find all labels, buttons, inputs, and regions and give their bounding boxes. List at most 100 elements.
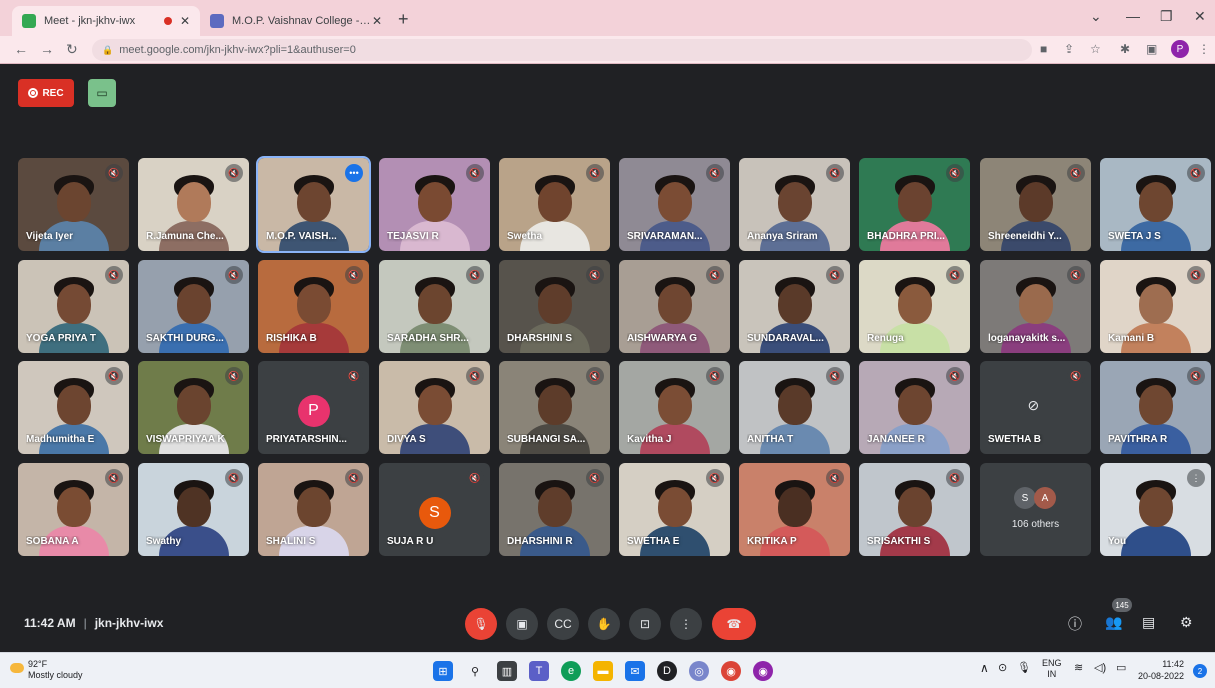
participant-tile[interactable]: SARADHA SHR... 🔇 <box>379 260 490 353</box>
participant-name: Swathy <box>146 536 182 547</box>
close-tab-icon[interactable]: ✕ <box>180 14 190 28</box>
participant-tile[interactable]: DHARSHINI S 🔇 <box>499 260 610 353</box>
start-icon[interactable]: ⊞ <box>433 661 453 681</box>
battery-icon[interactable]: ▭ <box>1116 661 1126 674</box>
participant-name: YOGA PRIYA T <box>26 333 97 344</box>
activities-icon[interactable]: ⚙ <box>1180 614 1193 631</box>
file-explorer-icon[interactable]: ▬ <box>593 661 613 681</box>
maximize-button[interactable]: ❐ <box>1160 8 1173 25</box>
participant-tile[interactable]: SOBANA A 🔇 <box>18 463 129 556</box>
participant-tile[interactable]: You ⋮ <box>1100 463 1211 556</box>
more-options-icon[interactable]: ••• <box>345 164 363 182</box>
participant-tile[interactable]: loganayakitk s... 🔇 <box>980 260 1091 353</box>
url-input[interactable]: 🔒 meet.google.com/jkn-jkhv-iwx?pli=1&aut… <box>92 39 1032 61</box>
participant-tile[interactable]: VISWAPRIYAA K 🔇 <box>138 361 249 454</box>
extensions-icon[interactable]: ✱ <box>1120 42 1130 56</box>
raise-hand-button[interactable]: ✋ <box>588 608 620 640</box>
meeting-details-icon[interactable]: ⓘ <box>1068 614 1082 634</box>
side-panel-icon[interactable]: ▣ <box>1146 42 1157 56</box>
participant-tile[interactable]: Swetha 🔇 <box>499 158 610 251</box>
participant-tile[interactable]: SHALINI S 🔇 <box>258 463 369 556</box>
participant-tile[interactable]: R.Jamuna Che... 🔇 <box>138 158 249 251</box>
language-indicator[interactable]: ENG IN <box>1042 658 1062 680</box>
participant-tile[interactable]: SWETA J S 🔇 <box>1100 158 1211 251</box>
close-tab-icon[interactable]: ✕ <box>372 14 382 28</box>
share-icon[interactable]: ⇪ <box>1064 42 1074 56</box>
tab-search-icon[interactable]: ⌄ <box>1090 8 1102 25</box>
participant-tile[interactable]: AISHWARYA G 🔇 <box>619 260 730 353</box>
participant-tile[interactable]: M.O.P. VAISH... ••• <box>256 156 371 253</box>
participant-tile[interactable]: YOGA PRIYA T 🔇 <box>18 260 129 353</box>
participant-tile[interactable]: SUBHANGI SA... 🔇 <box>499 361 610 454</box>
participant-tile[interactable]: Ananya Sriram 🔇 <box>739 158 850 251</box>
back-button[interactable]: ← <box>14 41 28 57</box>
chat-icon[interactable]: ▤ <box>1142 614 1155 631</box>
task-view-icon[interactable]: ▥ <box>497 661 517 681</box>
close-window-button[interactable]: ✕ <box>1194 8 1206 25</box>
participant-tile[interactable]: SRISAKTHI S 🔇 <box>859 463 970 556</box>
edge-icon[interactable]: e <box>561 661 581 681</box>
participant-tile[interactable]: SAKTHI DURG... 🔇 <box>138 260 249 353</box>
notification-badge[interactable]: 2 <box>1193 664 1207 678</box>
participant-tile[interactable]: Shreeneidhi Y... 🔇 <box>980 158 1091 251</box>
captions-button[interactable]: CC <box>547 608 579 640</box>
participant-tile[interactable]: S SUJA R U 🔇 <box>379 463 490 556</box>
participant-tile[interactable]: Kavitha J 🔇 <box>619 361 730 454</box>
participant-tile[interactable]: SUNDARAVAL... 🔇 <box>739 260 850 353</box>
camera-icon[interactable]: ■ <box>1040 42 1047 56</box>
leave-call-button[interactable]: ☎ <box>712 608 756 640</box>
chrome-icon[interactable]: ◉ <box>721 661 741 681</box>
participant-tile[interactable]: JANANEE R 🔇 <box>859 361 970 454</box>
menu-icon[interactable]: ⋮ <box>1198 42 1210 56</box>
participant-tile[interactable]: ⊘ SWETHA B 🔇 <box>980 361 1091 454</box>
participant-tile[interactable]: ANITHA T 🔇 <box>739 361 850 454</box>
participant-tile[interactable]: Vijeta Iyer 🔇 <box>18 158 129 251</box>
more-options-button[interactable]: ⋮ <box>670 608 702 640</box>
participant-tile[interactable]: DIVYA S 🔇 <box>379 361 490 454</box>
microphone-tray-icon[interactable]: 🎙 <box>1017 661 1031 674</box>
new-tab-button[interactable]: + <box>398 10 409 28</box>
participant-tile[interactable]: RISHIKA B 🔇 <box>258 260 369 353</box>
wifi-icon[interactable]: ≋ <box>1074 661 1083 674</box>
tab-meet[interactable]: Meet - jkn-jkhv-iwx ✕ <box>12 6 200 36</box>
participant-tile[interactable]: SRIVARAMAN... 🔇 <box>619 158 730 251</box>
participant-tile[interactable]: PAVITHRA R 🔇 <box>1100 361 1211 454</box>
present-button[interactable]: ⊡ <box>629 608 661 640</box>
participant-tile[interactable]: DHARSHINI R 🔇 <box>499 463 610 556</box>
participant-tile[interactable]: TEJASVI R 🔇 <box>379 158 490 251</box>
volume-icon[interactable]: ◁) <box>1094 661 1106 674</box>
participant-tile[interactable]: Kamani B 🔇 <box>1100 260 1211 353</box>
camera-button[interactable]: ▣ <box>506 608 538 640</box>
minimize-button[interactable]: — <box>1126 8 1140 24</box>
forward-button[interactable]: → <box>40 41 54 57</box>
teams-icon[interactable]: T <box>529 661 549 681</box>
participant-tile[interactable]: Swathy 🔇 <box>138 463 249 556</box>
participant-tile[interactable]: S A 106 others <box>980 463 1091 556</box>
participant-tile[interactable]: Madhumitha E 🔇 <box>18 361 129 454</box>
chrome-profile-icon[interactable]: ◉ <box>753 661 773 681</box>
search-icon[interactable]: ⚲ <box>465 661 485 681</box>
more-options-icon[interactable]: ⋮ <box>1187 469 1205 487</box>
profile-avatar[interactable]: P <box>1171 40 1189 58</box>
weather-widget[interactable]: 92°F Mostly cloudy <box>10 659 83 681</box>
participant-tile[interactable]: SWETHA E 🔇 <box>619 463 730 556</box>
system-clock[interactable]: 11:42 20-08-2022 <box>1138 658 1184 682</box>
bookmark-star-icon[interactable]: ☆ <box>1090 42 1101 56</box>
app-icon[interactable]: ◎ <box>689 661 709 681</box>
microphone-button[interactable]: 🎙 <box>465 608 497 640</box>
participant-video-face <box>56 487 91 528</box>
participant-tile[interactable]: BHADHRA PRI... 🔇 <box>859 158 970 251</box>
tab-college[interactable]: M.O.P. Vaishnav College -Virtual ✕ <box>200 6 392 36</box>
participant-tile[interactable]: P PRIYATARSHIN... 🔇 <box>258 361 369 454</box>
dell-icon[interactable]: D <box>657 661 677 681</box>
presentation-info-button[interactable]: ▭ <box>88 79 116 107</box>
mail-icon[interactable]: ✉ <box>625 661 645 681</box>
participant-tile[interactable]: Renuga 🔇 <box>859 260 970 353</box>
reload-button[interactable]: ↻ <box>66 41 78 58</box>
forms-favicon-icon <box>210 14 224 28</box>
recording-button[interactable]: REC <box>18 79 74 107</box>
tray-chevron-icon[interactable]: ∧ <box>980 661 989 675</box>
participant-tile[interactable]: KRITIKA P 🔇 <box>739 463 850 556</box>
network-status-icon[interactable]: ⊙ <box>998 661 1007 674</box>
people-icon[interactable]: 👥 <box>1105 614 1122 631</box>
